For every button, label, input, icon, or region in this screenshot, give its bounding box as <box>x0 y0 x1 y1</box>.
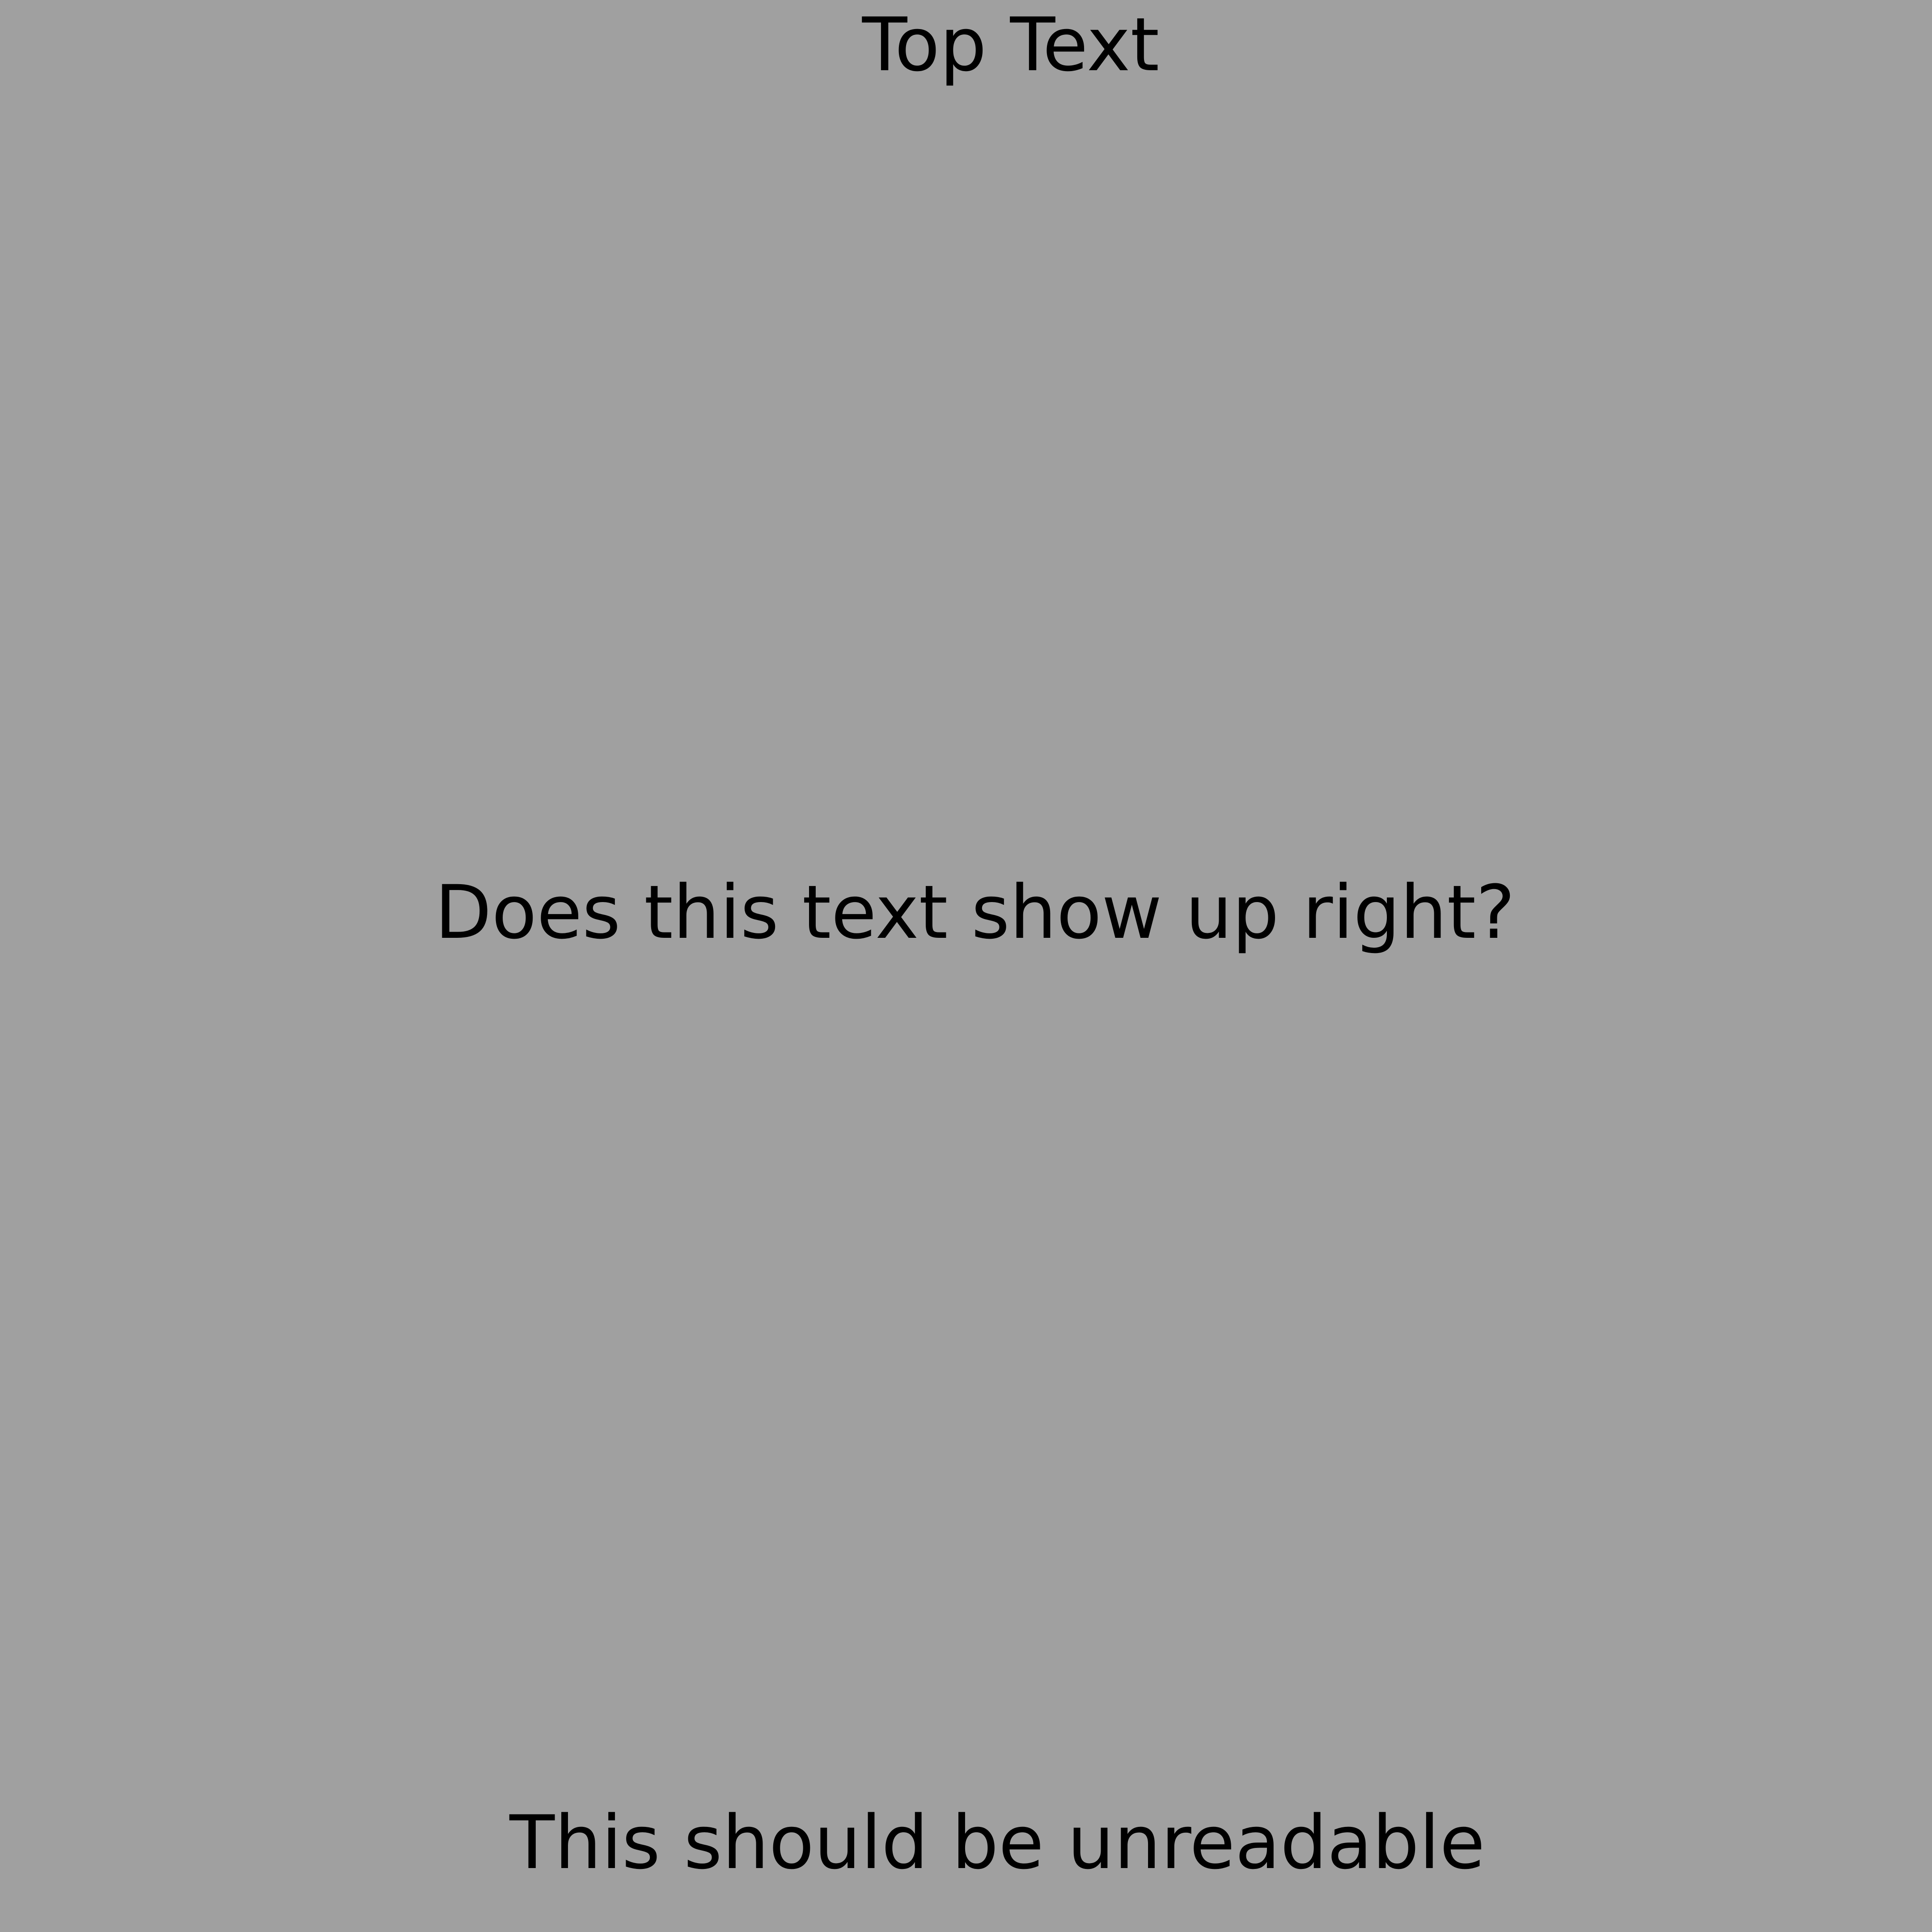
middle-text: Does this text show up right? <box>435 869 1515 955</box>
canvas: Top Text Does this text show up right? T… <box>0 0 1932 1932</box>
top-text: Top Text <box>862 2 1160 88</box>
bottom-text: This should be unreadable <box>509 1800 1485 1885</box>
